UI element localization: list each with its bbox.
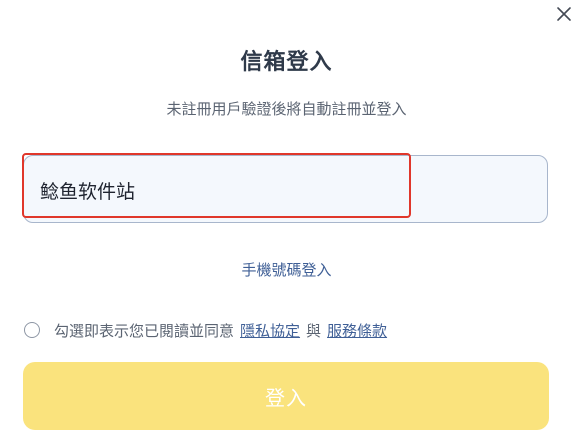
agreement-text: 勾選即表示您已閱讀並同意 [54,321,235,340]
dialog-title: 信箱登入 [240,50,333,75]
phone-login-link[interactable]: 手機號碼登入 [0,259,573,280]
terms-of-service-link[interactable]: 服務條款 [327,320,387,341]
privacy-policy-link[interactable]: 隱私協定 [240,320,300,341]
agreement-radio[interactable] [24,322,40,338]
close-icon [557,7,571,21]
email-login-dialog: 信箱登入 未註冊用戶驗證後將自動註冊並登入 手機號碼登入 勾選即表示您已閱讀並同… [0,0,585,446]
login-button[interactable]: 登入 [23,362,549,430]
email-input[interactable] [40,174,520,206]
agreement-row: 勾選即表示您已閱讀並同意 隱私協定 與 服務條款 [24,319,387,341]
email-field-container[interactable] [23,155,548,223]
close-button[interactable] [554,4,574,24]
agreement-joiner: 與 [306,321,322,340]
dialog-subtitle: 未註冊用戶驗證後將自動註冊並登入 [166,100,407,118]
